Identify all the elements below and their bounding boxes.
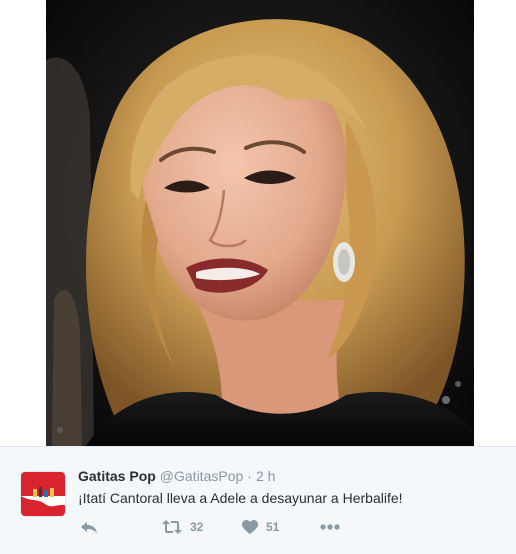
user-handle[interactable]: @GatitasPop <box>160 468 243 484</box>
display-name[interactable]: Gatitas Pop <box>78 468 156 484</box>
reply-icon <box>80 519 98 535</box>
avatar[interactable] <box>20 471 66 517</box>
tweet-timestamp[interactable]: 2 h <box>256 468 275 484</box>
retweet-count: 32 <box>190 520 204 534</box>
tweet-actions: 32 51 <box>78 517 398 537</box>
tweet-photo[interactable] <box>46 0 474 446</box>
retweet-button[interactable]: 32 <box>162 517 203 537</box>
more-dots-icon <box>320 524 340 530</box>
tweet-footer: Gatitas Pop @GatitasPop · 2 h ¡Itatí Cantor… <box>0 446 516 554</box>
media-container <box>0 0 516 446</box>
like-button[interactable]: 51 <box>242 517 279 537</box>
like-count: 51 <box>266 520 280 534</box>
tweet-text: ¡Itatí Cantoral lleva a Adele a desayuna… <box>78 490 403 506</box>
retweet-icon <box>162 519 182 535</box>
heart-icon <box>242 519 258 535</box>
more-button[interactable] <box>320 517 340 537</box>
tweet-header: Gatitas Pop @GatitasPop · 2 h <box>78 467 275 485</box>
reply-button[interactable] <box>80 517 98 537</box>
separator-dot: · <box>247 468 252 484</box>
tweet-card: Gatitas Pop @GatitasPop · 2 h ¡Itatí Cantor… <box>0 0 516 554</box>
